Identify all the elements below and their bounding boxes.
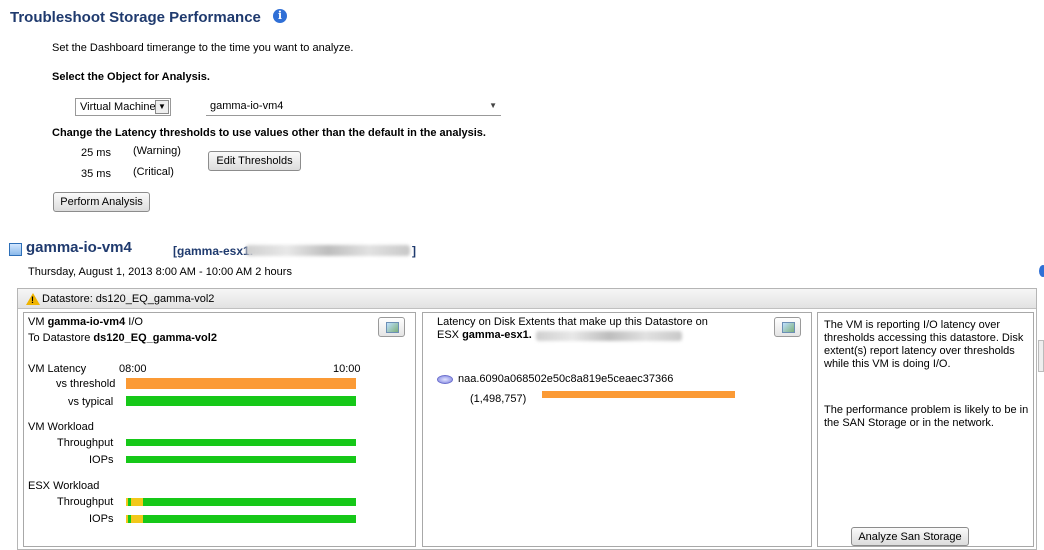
scrollbar-handle[interactable] (1038, 340, 1044, 372)
critical-threshold-value: 35 ms (81, 168, 111, 180)
host-prefix: [gamma-esx1. (173, 244, 254, 258)
instruction-text: Set the Dashboard timerange to the time … (52, 42, 354, 54)
redacted-hostname (246, 245, 410, 256)
vs-typical-label: vs typical (68, 396, 114, 408)
chart-view-button[interactable] (378, 317, 405, 337)
esx-throughput-bar (128, 498, 131, 506)
timerange-text: Thursday, August 1, 2013 8:00 AM - 10:00… (28, 266, 292, 278)
diagnosis-text-2: The performance problem is likely to be … (824, 404, 1029, 429)
time-start-label: 08:00 (119, 363, 147, 375)
object-type-select[interactable]: Virtual Machine ▼ (75, 98, 171, 116)
host-suffix: ] (412, 244, 416, 258)
analyze-san-storage-button[interactable]: Analyze San Storage (851, 527, 969, 546)
vm-icon (9, 243, 22, 256)
to-datastore-text: To Datastore ds120_EQ_gamma-vol2 (28, 332, 217, 344)
vm-io-title: VM gamma-io-vm4 I/O (28, 316, 143, 328)
datastore-header-label: Datastore: ds120_EQ_gamma-vol2 (42, 293, 215, 305)
extent-heading-prefix: ESX (437, 329, 463, 341)
esx-workload-label: ESX Workload (28, 480, 100, 492)
vm-latency-label: VM Latency (28, 363, 87, 375)
select-object-label: Select the Object for Analysis. (52, 71, 210, 83)
extent-heading-line2: ESX gamma-esx1. (437, 329, 532, 341)
esx-iops-label: IOPs (89, 513, 114, 525)
chart-icon (782, 322, 795, 333)
vm-iops-bar (126, 456, 356, 463)
chevron-down-icon[interactable]: ▼ (155, 100, 169, 114)
threshold-instruction: Change the Latency thresholds to use val… (52, 127, 486, 139)
disk-extent-panel (422, 312, 812, 547)
time-end-label: 10:00 (333, 363, 361, 375)
warning-icon-mark: ! (31, 295, 34, 305)
scroll-indicator-icon (1039, 265, 1044, 277)
object-name-select[interactable]: gamma-io-vm4 ▼ (206, 98, 501, 116)
vm-workload-label: VM Workload (28, 421, 94, 433)
object-type-value: Virtual Machine (80, 101, 156, 113)
to-datastore-name: ds120_EQ_gamma-vol2 (93, 332, 217, 344)
vm-iops-label: IOPs (89, 454, 114, 466)
page-title: Troubleshoot Storage Performance (10, 9, 261, 26)
extent-name: naa.6090a068502e50c8a819e5ceaec37366 (458, 373, 674, 385)
esx-iops-bar-main (143, 515, 356, 523)
extent-heading-host: gamma-esx1. (462, 329, 532, 341)
critical-threshold-label: (Critical) (133, 166, 174, 178)
vs-threshold-label: vs threshold (56, 378, 116, 390)
vm-io-title-vm: gamma-io-vm4 (47, 316, 126, 328)
redacted-esx-host (536, 331, 682, 341)
vs-threshold-bar (126, 378, 356, 389)
to-datastore-prefix: To Datastore (28, 332, 94, 344)
chart-icon (386, 322, 399, 333)
vm-io-title-prefix: VM (28, 316, 48, 328)
disk-icon (437, 375, 453, 384)
extent-latency-bar (542, 391, 735, 398)
extent-heading-line1: Latency on Disk Extents that make up thi… (437, 316, 708, 328)
chart-view-button[interactable] (774, 317, 801, 337)
warning-threshold-label: (Warning) (133, 145, 181, 157)
extent-value: (1,498,757) (470, 393, 527, 405)
esx-throughput-label: Throughput (57, 496, 114, 508)
chevron-down-icon[interactable]: ▼ (489, 98, 497, 114)
diagnosis-text-1: The VM is reporting I/O latency over thr… (824, 319, 1024, 370)
vm-name-heading: gamma-io-vm4 (26, 239, 132, 256)
info-icon[interactable]: i (273, 9, 287, 23)
vs-typical-bar (126, 396, 356, 406)
esx-iops-bar (128, 515, 131, 523)
vm-throughput-label: Throughput (57, 437, 114, 449)
esx-throughput-bar-main (143, 498, 356, 506)
vm-throughput-bar (126, 439, 356, 446)
perform-analysis-button[interactable]: Perform Analysis (53, 192, 150, 212)
edit-thresholds-button[interactable]: Edit Thresholds (208, 151, 301, 171)
object-name-value: gamma-io-vm4 (210, 100, 284, 112)
warning-threshold-value: 25 ms (81, 147, 111, 159)
vm-io-title-suffix: I/O (125, 316, 143, 328)
